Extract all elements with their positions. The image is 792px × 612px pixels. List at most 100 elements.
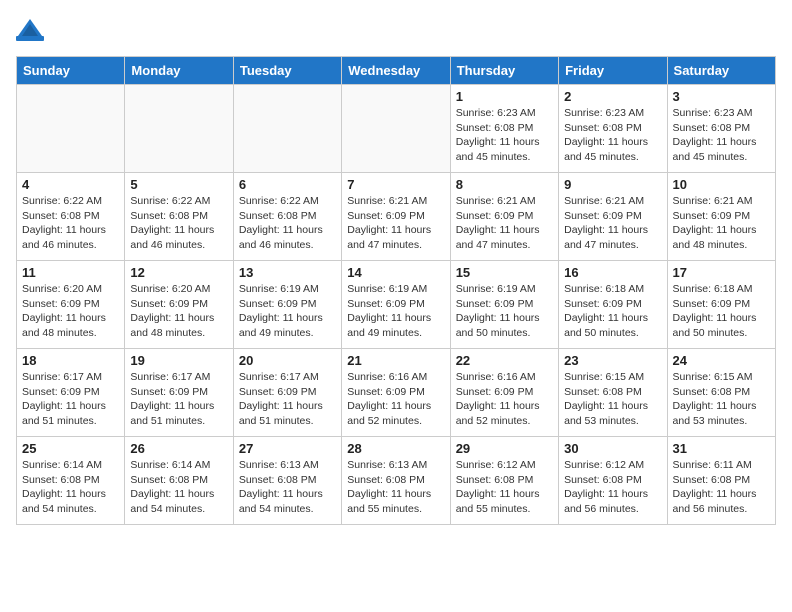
- day-info: Sunrise: 6:21 AMSunset: 6:09 PMDaylight:…: [564, 194, 661, 253]
- calendar-cell: [342, 85, 450, 173]
- day-number: 29: [456, 441, 553, 456]
- week-row-2: 4 Sunrise: 6:22 AMSunset: 6:08 PMDaylight…: [17, 173, 776, 261]
- calendar-cell: 1 Sunrise: 6:23 AMSunset: 6:08 PMDaylight…: [450, 85, 558, 173]
- day-number: 7: [347, 177, 444, 192]
- calendar-cell: [125, 85, 233, 173]
- day-number: 2: [564, 89, 661, 104]
- day-number: 25: [22, 441, 119, 456]
- day-info: Sunrise: 6:16 AMSunset: 6:09 PMDaylight:…: [456, 370, 553, 429]
- day-number: 8: [456, 177, 553, 192]
- weekday-header-sunday: Sunday: [17, 57, 125, 85]
- calendar-cell: 27 Sunrise: 6:13 AMSunset: 6:08 PMDayligh…: [233, 437, 341, 525]
- weekday-header-friday: Friday: [559, 57, 667, 85]
- logo-icon: [16, 16, 44, 44]
- day-info: Sunrise: 6:13 AMSunset: 6:08 PMDaylight:…: [239, 458, 336, 517]
- day-number: 1: [456, 89, 553, 104]
- calendar-container: SundayMondayTuesdayWednesdayThursdayFrid…: [0, 0, 792, 537]
- day-number: 24: [673, 353, 770, 368]
- week-row-1: 1 Sunrise: 6:23 AMSunset: 6:08 PMDaylight…: [17, 85, 776, 173]
- calendar-cell: 14 Sunrise: 6:19 AMSunset: 6:09 PMDayligh…: [342, 261, 450, 349]
- calendar-cell: 29 Sunrise: 6:12 AMSunset: 6:08 PMDayligh…: [450, 437, 558, 525]
- weekday-header-tuesday: Tuesday: [233, 57, 341, 85]
- day-info: Sunrise: 6:13 AMSunset: 6:08 PMDaylight:…: [347, 458, 444, 517]
- calendar-cell: 23Sunrise: 6:15 AMSunset: 6:08 PMDayligh…: [559, 349, 667, 437]
- day-info: Sunrise: 6:23 AMSunset: 6:08 PMDaylight:…: [456, 106, 553, 165]
- calendar-cell: 16 Sunrise: 6:18 AMSunset: 6:09 PMDayligh…: [559, 261, 667, 349]
- calendar-cell: 5 Sunrise: 6:22 AMSunset: 6:08 PMDaylight…: [125, 173, 233, 261]
- day-number: 21: [347, 353, 444, 368]
- calendar-cell: 20Sunrise: 6:17 AMSunset: 6:09 PMDayligh…: [233, 349, 341, 437]
- day-number: 11: [22, 265, 119, 280]
- day-info: Sunrise: 6:18 AMSunset: 6:09 PMDaylight:…: [564, 282, 661, 341]
- calendar-cell: 10Sunrise: 6:21 AMSunset: 6:09 PMDayligh…: [667, 173, 775, 261]
- calendar-cell: 12 Sunrise: 6:20 AMSunset: 6:09 PMDayligh…: [125, 261, 233, 349]
- weekday-header-thursday: Thursday: [450, 57, 558, 85]
- day-number: 5: [130, 177, 227, 192]
- day-number: 31: [673, 441, 770, 456]
- day-number: 18: [22, 353, 119, 368]
- day-info: Sunrise: 6:15 AMSunset: 6:08 PMDaylight:…: [673, 370, 770, 429]
- calendar-cell: 6 Sunrise: 6:22 AMSunset: 6:08 PMDaylight…: [233, 173, 341, 261]
- day-number: 27: [239, 441, 336, 456]
- calendar-cell: 22 Sunrise: 6:16 AMSunset: 6:09 PMDayligh…: [450, 349, 558, 437]
- day-info: Sunrise: 6:12 AMSunset: 6:08 PMDaylight:…: [564, 458, 661, 517]
- day-info: Sunrise: 6:14 AMSunset: 6:08 PMDaylight:…: [22, 458, 119, 517]
- day-number: 9: [564, 177, 661, 192]
- day-info: Sunrise: 6:17 AMSunset: 6:09 PMDaylight:…: [130, 370, 227, 429]
- day-info: Sunrise: 6:23 AMSunset: 6:08 PMDaylight:…: [564, 106, 661, 165]
- day-number: 14: [347, 265, 444, 280]
- calendar-cell: 30 Sunrise: 6:12 AMSunset: 6:08 PMDayligh…: [559, 437, 667, 525]
- day-info: Sunrise: 6:22 AMSunset: 6:08 PMDaylight:…: [130, 194, 227, 253]
- calendar-cell: 7 Sunrise: 6:21 AMSunset: 6:09 PMDaylight…: [342, 173, 450, 261]
- day-info: Sunrise: 6:20 AMSunset: 6:09 PMDaylight:…: [130, 282, 227, 341]
- day-info: Sunrise: 6:21 AMSunset: 6:09 PMDaylight:…: [347, 194, 444, 253]
- day-info: Sunrise: 6:19 AMSunset: 6:09 PMDaylight:…: [239, 282, 336, 341]
- day-info: Sunrise: 6:14 AMSunset: 6:08 PMDaylight:…: [130, 458, 227, 517]
- day-number: 15: [456, 265, 553, 280]
- day-number: 13: [239, 265, 336, 280]
- calendar-cell: [233, 85, 341, 173]
- day-number: 19: [130, 353, 227, 368]
- day-number: 12: [130, 265, 227, 280]
- calendar-cell: 2 Sunrise: 6:23 AMSunset: 6:08 PMDaylight…: [559, 85, 667, 173]
- week-row-3: 11 Sunrise: 6:20 AMSunset: 6:09 PMDayligh…: [17, 261, 776, 349]
- day-number: 4: [22, 177, 119, 192]
- weekday-header-monday: Monday: [125, 57, 233, 85]
- calendar-cell: 19 Sunrise: 6:17 AMSunset: 6:09 PMDayligh…: [125, 349, 233, 437]
- day-info: Sunrise: 6:21 AMSunset: 6:09 PMDaylight:…: [456, 194, 553, 253]
- day-number: 23: [564, 353, 661, 368]
- weekday-header-wednesday: Wednesday: [342, 57, 450, 85]
- day-info: Sunrise: 6:22 AMSunset: 6:08 PMDaylight:…: [239, 194, 336, 253]
- day-number: 6: [239, 177, 336, 192]
- calendar-cell: 18Sunrise: 6:17 AMSunset: 6:09 PMDayligh…: [17, 349, 125, 437]
- week-row-4: 18 Sunrise: 6:17 AMSunset: 6:09 PMDayligh…: [17, 349, 776, 437]
- calendar-cell: 28Sunrise: 6:13 AMSunset: 6:08 PMDayligh…: [342, 437, 450, 525]
- day-info: Sunrise: 6:19 AMSunset: 6:09 PMDaylight:…: [347, 282, 444, 341]
- day-number: 16: [564, 265, 661, 280]
- day-info: Sunrise: 6:12 AMSunset: 6:08 PMDaylight:…: [456, 458, 553, 517]
- day-info: Sunrise: 6:11 AMSunset: 6:08 PMDaylight:…: [673, 458, 770, 517]
- calendar-cell: 24 Sunrise: 6:15 AMSunset: 6:08 PMDayligh…: [667, 349, 775, 437]
- calendar-cell: 25 Sunrise: 6:14 AMSunset: 6:08 PMDayligh…: [17, 437, 125, 525]
- day-info: Sunrise: 6:16 AMSunset: 6:09 PMDaylight:…: [347, 370, 444, 429]
- weekday-header-saturday: Saturday: [667, 57, 775, 85]
- calendar-cell: 17Sunrise: 6:18 AMSunset: 6:09 PMDayligh…: [667, 261, 775, 349]
- day-number: 20: [239, 353, 336, 368]
- header: [16, 16, 776, 44]
- calendar-table: SundayMondayTuesdayWednesdayThursdayFrid…: [16, 56, 776, 525]
- calendar-cell: 11 Sunrise: 6:20 AMSunset: 6:09 PMDayligh…: [17, 261, 125, 349]
- day-number: 3: [673, 89, 770, 104]
- calendar-cell: 9 Sunrise: 6:21 AMSunset: 6:09 PMDaylight…: [559, 173, 667, 261]
- calendar-cell: 3 Sunrise: 6:23 AMSunset: 6:08 PMDaylight…: [667, 85, 775, 173]
- day-number: 30: [564, 441, 661, 456]
- day-number: 10: [673, 177, 770, 192]
- calendar-cell: 26Sunrise: 6:14 AMSunset: 6:08 PMDayligh…: [125, 437, 233, 525]
- calendar-cell: 8 Sunrise: 6:21 AMSunset: 6:09 PMDaylight…: [450, 173, 558, 261]
- day-info: Sunrise: 6:23 AMSunset: 6:08 PMDaylight:…: [673, 106, 770, 165]
- day-info: Sunrise: 6:22 AMSunset: 6:08 PMDaylight:…: [22, 194, 119, 253]
- day-number: 22: [456, 353, 553, 368]
- calendar-cell: 13 Sunrise: 6:19 AMSunset: 6:09 PMDayligh…: [233, 261, 341, 349]
- day-info: Sunrise: 6:20 AMSunset: 6:09 PMDaylight:…: [22, 282, 119, 341]
- day-info: Sunrise: 6:19 AMSunset: 6:09 PMDaylight:…: [456, 282, 553, 341]
- day-info: Sunrise: 6:18 AMSunset: 6:09 PMDaylight:…: [673, 282, 770, 341]
